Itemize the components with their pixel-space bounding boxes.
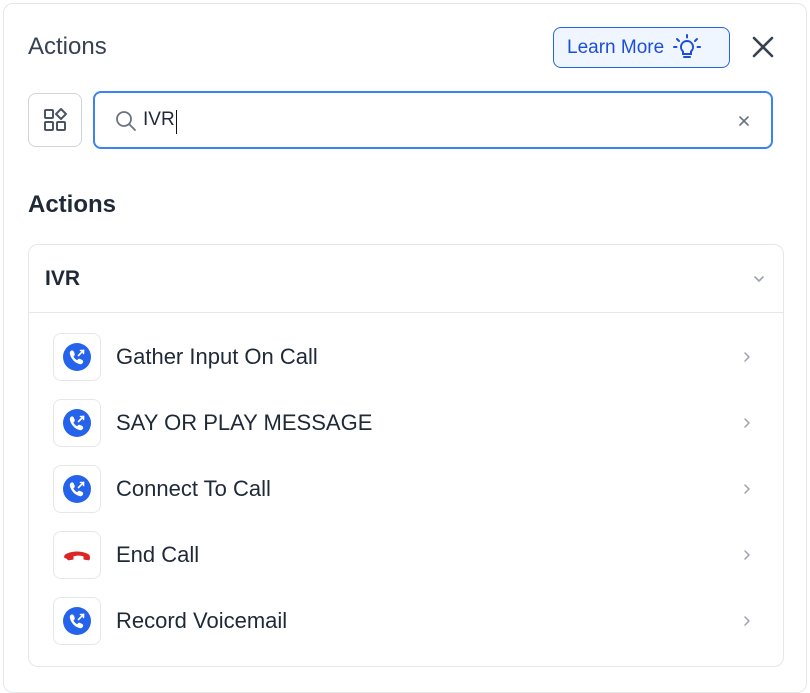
search-icon <box>116 111 136 131</box>
search-field[interactable] <box>93 91 773 149</box>
action-item-say-or-play-message[interactable]: SAY OR PLAY MESSAGE <box>29 399 783 465</box>
phone-call-icon <box>63 343 91 371</box>
action-item-label: Connect To Call <box>116 476 271 501</box>
group-title: IVR <box>45 267 81 290</box>
learn-more-button[interactable]: Learn More <box>553 27 730 68</box>
action-item-end-call[interactable]: End Call <box>29 531 783 597</box>
learn-more-label: Learn More <box>567 36 665 58</box>
action-item-gather-input[interactable]: Gather Input On Call <box>29 333 783 399</box>
phone-call-icon <box>63 607 91 635</box>
action-item-record-voicemail[interactable]: Record Voicemail <box>29 597 783 663</box>
chevron-right-icon <box>744 550 750 560</box>
group-header[interactable]: IVR <box>29 245 783 313</box>
action-item-connect-to-call[interactable]: Connect To Call <box>29 465 783 531</box>
chevron-right-icon <box>744 418 750 428</box>
close-icon[interactable] <box>749 33 777 61</box>
chevron-right-icon <box>744 616 750 626</box>
phone-call-icon <box>63 409 91 437</box>
action-icon-box <box>53 465 101 513</box>
ivr-group: IVR Gather Input On Call SAY OR PLAY MES… <box>28 244 784 667</box>
hang-up-icon <box>64 551 90 561</box>
action-item-label: Record Voicemail <box>116 608 288 633</box>
panel-title: Actions <box>28 33 107 60</box>
section-title: Actions <box>28 191 117 218</box>
chevron-right-icon <box>744 352 750 362</box>
action-icon-box <box>53 399 101 447</box>
clear-icon[interactable] <box>736 113 752 129</box>
action-icon-box <box>53 333 101 381</box>
action-item-label: Gather Input On Call <box>116 344 318 369</box>
action-item-label: SAY OR PLAY MESSAGE <box>116 410 373 435</box>
chevron-down-icon <box>754 276 764 282</box>
action-icon-box <box>53 597 101 645</box>
text-caret <box>176 110 177 134</box>
action-icon-box <box>53 531 101 579</box>
categories-button[interactable] <box>28 93 82 147</box>
search-input[interactable] <box>143 105 703 135</box>
phone-call-icon <box>63 475 91 503</box>
chevron-right-icon <box>744 484 750 494</box>
action-item-label: End Call <box>116 542 200 567</box>
grid-shapes-icon <box>44 108 67 131</box>
lightbulb-icon <box>673 33 702 58</box>
